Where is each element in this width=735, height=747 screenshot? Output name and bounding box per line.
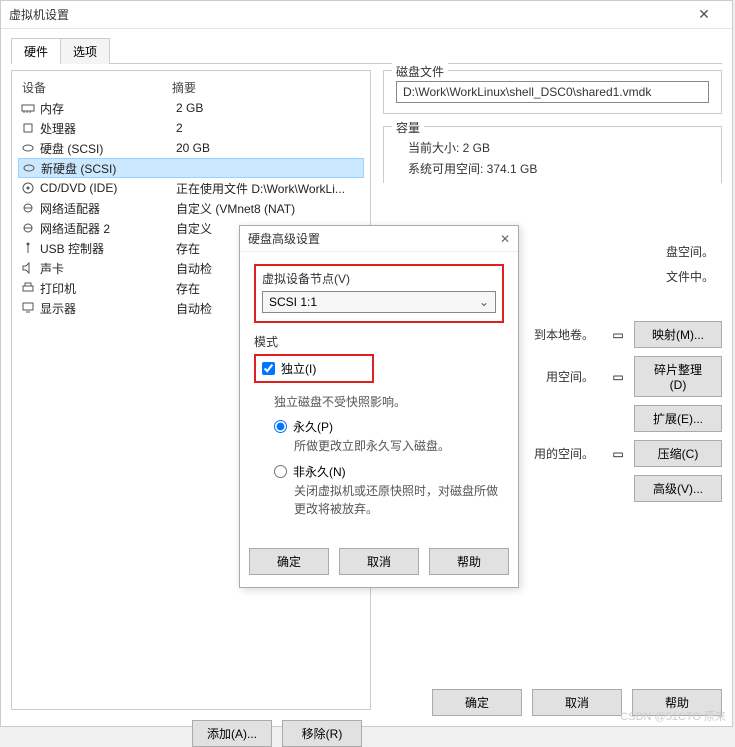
persistent-label: 永久(P) [293,418,333,435]
device-icon [20,121,36,135]
titlebar: 虚拟机设置 ✕ [1,1,732,29]
device-name: 声卡 [40,260,176,277]
subdialog-titlebar: 硬盘高级设置 ✕ [240,226,518,252]
device-icon [20,201,36,215]
device-name: CD/DVD (IDE) [40,181,176,195]
capacity-current: 当前大小: 2 GB [396,137,709,158]
persistent-radio[interactable] [274,420,287,433]
vdn-value: SCSI 1:1 [269,295,317,309]
tab-hardware[interactable]: 硬件 [11,38,61,64]
independent-checkbox[interactable] [262,362,275,375]
ok-button[interactable]: 确定 [432,689,522,716]
device-row[interactable]: 新硬盘 (SCSI) [18,158,364,178]
cancel-button[interactable]: 取消 [532,689,622,716]
subdialog-content: 虚拟设备节点(V) SCSI 1:1 ⌄ 模式 独立(I) 独立磁盘不受快照影响… [240,252,518,538]
independent-checkbox-row[interactable]: 独立(I) [262,360,366,377]
device-name: 处理器 [40,120,176,137]
diskfile-path-input[interactable]: D:\Work\WorkLinux\shell_DSC0\shared1.vmd… [396,81,709,103]
persistent-desc: 所做更改立即永久写入磁盘。 [294,437,504,455]
nonpersistent-radio-row[interactable]: 非永久(N) [274,463,504,480]
device-icon [20,241,36,255]
sub-ok-button[interactable]: 确定 [249,548,329,575]
device-summary: 2 [176,121,362,135]
device-row[interactable]: 硬盘 (SCSI)20 GB [18,138,364,158]
vm-settings-window: 虚拟机设置 ✕ 硬件 选项 设备 摘要 内存2 GB处理器2硬盘 (SCSI)2… [0,0,733,727]
advanced-settings-dialog: 硬盘高级设置 ✕ 虚拟设备节点(V) SCSI 1:1 ⌄ 模式 独立(I) [239,225,519,588]
virtual-device-node-highlight: 虚拟设备节点(V) SCSI 1:1 ⌄ [254,264,504,323]
device-icon [20,141,36,155]
header-device: 设备 [22,79,172,96]
mode-label: 模式 [254,333,504,350]
device-icon [20,181,36,195]
device-icon [20,101,36,115]
tabs: 硬件 选项 [11,37,722,64]
doc-icon: ▭ [610,328,626,342]
device-name: 网络适配器 2 [40,220,176,237]
independent-highlight: 独立(I) [254,354,374,383]
close-button[interactable]: ✕ [684,2,724,28]
persistent-radio-row[interactable]: 永久(P) [274,418,504,435]
chevron-down-icon: ⌄ [479,295,489,309]
add-device-button[interactable]: 添加(A)... [192,720,272,747]
device-row[interactable]: CD/DVD (IDE)正在使用文件 D:\Work\WorkLi... [18,178,364,198]
doc-icon: ▭ [610,447,626,461]
device-summary: 正在使用文件 D:\Work\WorkLi... [176,180,362,197]
device-icon [21,161,37,175]
content-area: 硬件 选项 设备 摘要 内存2 GB处理器2硬盘 (SCSI)20 GB新硬盘 … [1,29,732,718]
device-summary: 20 GB [176,141,362,155]
nonpersistent-desc: 关闭虚拟机或还原快照时，对磁盘所做更改将被放弃。 [294,482,504,518]
device-icon [20,261,36,275]
vdn-select[interactable]: SCSI 1:1 ⌄ [262,291,496,313]
vdn-label: 虚拟设备节点(V) [262,270,496,287]
device-row[interactable]: 网络适配器自定义 (VMnet8 (NAT) [18,198,364,218]
tab-options[interactable]: 选项 [60,38,110,64]
device-row[interactable]: 内存2 GB [18,98,364,118]
window-title: 虚拟机设置 [9,6,684,23]
device-summary: 自定义 (VMnet8 (NAT) [176,200,362,217]
subdialog-buttons: 确定 取消 帮助 [240,538,518,587]
device-list-header: 设备 摘要 [18,77,364,98]
device-name: 打印机 [40,280,176,297]
independent-label: 独立(I) [281,360,316,377]
compress-button[interactable]: 压缩(C) [634,440,722,467]
nonpersistent-label: 非永久(N) [293,463,346,480]
subdialog-close-icon[interactable]: ✕ [500,232,510,246]
device-buttons: 添加(A)... 移除(R) [192,720,362,747]
subdialog-title: 硬盘高级设置 [248,230,500,247]
capacity-free: 系统可用空间: 374.1 GB [396,158,709,179]
device-name: 显示器 [40,300,176,317]
device-name: 硬盘 (SCSI) [40,140,176,157]
device-icon [20,221,36,235]
device-icon [20,281,36,295]
nonpersistent-radio[interactable] [274,465,287,478]
device-name: 新硬盘 (SCSI) [41,160,177,177]
header-summary: 摘要 [172,79,360,96]
diskfile-title: 磁盘文件 [392,63,448,80]
device-row[interactable]: 处理器2 [18,118,364,138]
expand-button[interactable]: 扩展(E)... [634,405,722,432]
advanced-button[interactable]: 高级(V)... [634,475,722,502]
device-name: 网络适配器 [40,200,176,217]
capacity-title: 容量 [392,119,424,136]
defrag-button[interactable]: 碎片整理(D) [634,356,722,397]
diskfile-group: 磁盘文件 D:\Work\WorkLinux\shell_DSC0\shared… [383,70,722,114]
map-button[interactable]: 映射(M)... [634,321,722,348]
capacity-group: 容量 当前大小: 2 GB 系统可用空间: 374.1 GB [383,126,722,183]
remove-device-button[interactable]: 移除(R) [282,720,362,747]
device-summary: 2 GB [176,101,362,115]
device-name: USB 控制器 [40,240,176,257]
independent-desc: 独立磁盘不受快照影响。 [274,393,504,410]
sub-help-button[interactable]: 帮助 [429,548,509,575]
device-name: 内存 [40,100,176,117]
doc-icon: ▭ [610,370,626,384]
sub-cancel-button[interactable]: 取消 [339,548,419,575]
watermark: CSDN @51CTO 原来 [620,708,726,724]
device-icon [20,301,36,315]
